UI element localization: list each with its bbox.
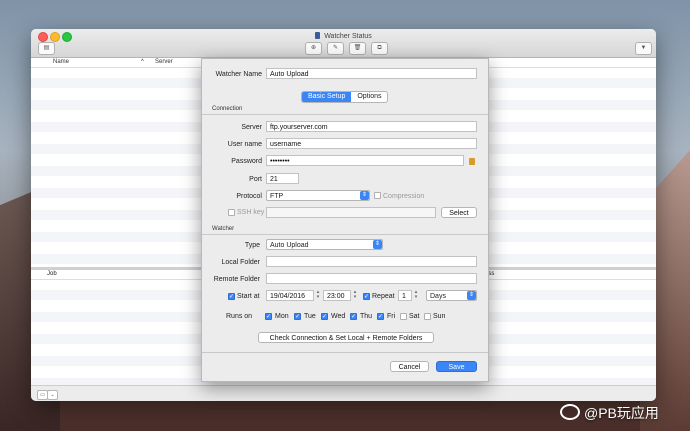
compression-checkbox[interactable] (374, 192, 381, 199)
save-button[interactable]: Save (436, 361, 477, 372)
connection-section-title: Connection (212, 106, 243, 112)
sort-ascending-icon[interactable]: ^ (141, 59, 144, 65)
start-at-checkbox[interactable]: ✓ (228, 293, 235, 300)
day-tue-checkbox[interactable]: ✓ (294, 313, 301, 320)
section-divider (202, 234, 488, 235)
day-sun-checkbox[interactable] (424, 313, 431, 320)
edit-watcher-icon[interactable]: ✎ (327, 42, 344, 55)
protocol-select[interactable]: FTP ⇕ (266, 190, 370, 201)
tab-basic-setup[interactable]: Basic Setup (302, 92, 352, 102)
day-sun-label: Sun (433, 313, 446, 320)
day-wed-checkbox[interactable]: ✓ (321, 313, 328, 320)
app-icon (315, 32, 321, 39)
compression-label: Compression (383, 193, 425, 200)
username-label: User name (227, 141, 262, 148)
repeat-unit-select[interactable]: Days ⇕ (426, 290, 477, 301)
day-sat-label: Sat (409, 313, 420, 320)
server-label: Server (241, 124, 262, 131)
start-time-field[interactable]: 23:00 (323, 290, 351, 301)
port-label: Port (249, 176, 262, 183)
section-divider (202, 114, 488, 115)
cancel-button[interactable]: Cancel (390, 361, 429, 372)
day-tue-label: Tue (304, 313, 316, 320)
username-field[interactable]: username (266, 138, 477, 149)
weibo-logo-icon (560, 404, 580, 420)
ssh-key-label: SSH key (237, 209, 265, 216)
add-watcher-icon[interactable]: ⊕ (305, 42, 322, 55)
local-folder-field[interactable] (266, 256, 477, 267)
tab-switcher: Basic Setup Options (301, 91, 389, 103)
repeat-stepper-icon[interactable]: ▴ ▾ (413, 290, 419, 301)
day-thu-checkbox[interactable]: ✓ (350, 313, 357, 320)
repeat-label: Repeat (372, 293, 395, 300)
local-folder-label: Local Folder (221, 259, 260, 266)
lock-icon[interactable] (469, 158, 475, 165)
day-thu-label: Thu (360, 313, 373, 320)
repeat-count-field[interactable]: 1 (398, 290, 412, 301)
password-label: Password (231, 158, 262, 165)
protocol-label: Protocol (236, 193, 262, 200)
ssh-key-field[interactable] (266, 207, 436, 218)
status-footer: ▭ ⌄ (31, 385, 656, 401)
filter-icon[interactable]: ▼ (635, 42, 652, 55)
day-fri-label: Fri (387, 313, 396, 320)
type-select[interactable]: Auto Upload ⇕ (266, 239, 383, 250)
start-date-field[interactable]: 19/04/2016 (266, 290, 314, 301)
section-divider (202, 352, 488, 353)
duplicate-watcher-icon[interactable]: ⧉ (371, 42, 388, 55)
ssh-key-checkbox[interactable] (228, 209, 235, 216)
day-sat-checkbox[interactable] (400, 313, 407, 320)
column-server[interactable]: Server (155, 59, 173, 65)
time-stepper-icon[interactable]: ▴ ▾ (352, 290, 358, 301)
chevron-updown-icon: ⇕ (373, 240, 382, 249)
date-stepper-icon[interactable]: ▴ ▾ (315, 290, 321, 301)
day-mon-label: Mon (275, 313, 289, 320)
chevron-updown-icon: ⇕ (360, 191, 369, 200)
server-field[interactable]: ftp.yourserver.com (266, 121, 477, 132)
tab-options[interactable]: Options (351, 92, 387, 102)
day-wed-label: Wed (331, 313, 346, 320)
delete-watcher-icon[interactable]: 🗑 (349, 42, 366, 55)
port-field[interactable]: 21 (266, 173, 299, 184)
select-ssh-key-button[interactable]: Select (441, 207, 477, 218)
day-mon-checkbox[interactable]: ✓ (265, 313, 272, 320)
password-field[interactable]: •••••••• (266, 155, 464, 166)
watcher-name-field[interactable]: Auto Upload (266, 68, 477, 79)
window-title: Watcher Status (31, 32, 656, 40)
watcher-name-label: Watcher Name (215, 71, 262, 78)
column-name[interactable]: Name (53, 59, 69, 65)
start-at-label: Start at (237, 293, 260, 300)
sidebar-toggle-icon[interactable]: ▤ (38, 42, 55, 55)
watcher-settings-sheet: Watcher Name Auto Upload Basic Setup Opt… (201, 58, 489, 382)
repeat-checkbox[interactable]: ✓ (363, 293, 370, 300)
check-connection-button[interactable]: Check Connection & Set Local + Remote Fo… (258, 332, 434, 343)
watermark: @PB玩应用 (560, 403, 659, 423)
watcher-section-title: Watcher (212, 226, 235, 232)
chevron-updown-icon: ⇕ (467, 291, 476, 300)
title-bar: Watcher Status ▤ ⊕ ✎ 🗑 ⧉ ▼ (31, 29, 656, 58)
action-menu-icon[interactable]: ⌄ (47, 390, 58, 400)
remote-folder-field[interactable] (266, 273, 477, 284)
day-fri-checkbox[interactable]: ✓ (377, 313, 384, 320)
type-label: Type (244, 242, 260, 249)
remote-folder-label: Remote Folder (213, 276, 260, 283)
runs-on-label: Runs on (226, 313, 253, 320)
column-job[interactable]: Job (47, 271, 57, 277)
